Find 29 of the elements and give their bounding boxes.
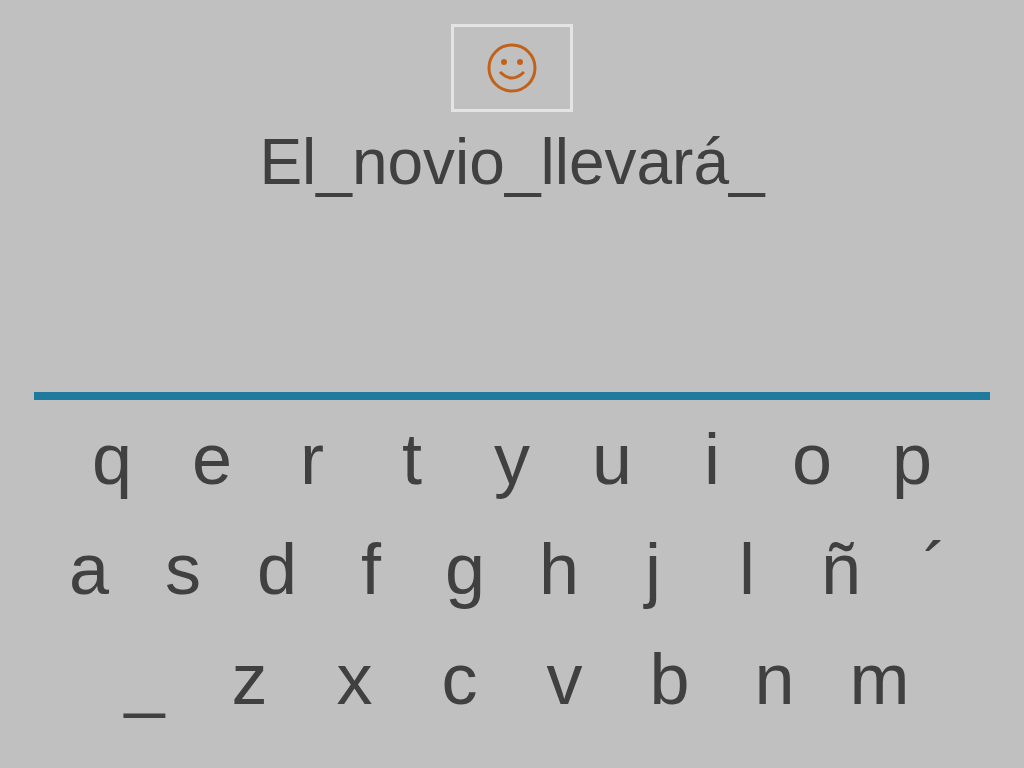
letter-key[interactable]: n bbox=[722, 638, 827, 720]
letter-key[interactable]: ñ bbox=[794, 528, 888, 610]
letter-key[interactable]: c bbox=[407, 638, 512, 720]
letter-key[interactable]: _ bbox=[92, 638, 197, 720]
letter-key[interactable]: r bbox=[262, 418, 362, 500]
letter-key[interactable]: y bbox=[462, 418, 562, 500]
letter-key[interactable]: s bbox=[136, 528, 230, 610]
letter-key[interactable]: ´ bbox=[888, 528, 982, 610]
letter-key[interactable]: p bbox=[862, 418, 962, 500]
letter-key[interactable]: f bbox=[324, 528, 418, 610]
letter-key[interactable]: m bbox=[827, 638, 932, 720]
letter-key[interactable]: b bbox=[617, 638, 722, 720]
letter-key[interactable]: j bbox=[606, 528, 700, 610]
letter-key[interactable]: u bbox=[562, 418, 662, 500]
letter-key[interactable]: d bbox=[230, 528, 324, 610]
letter-key[interactable]: l bbox=[700, 528, 794, 610]
letter-key[interactable]: x bbox=[302, 638, 407, 720]
letter-key[interactable]: o bbox=[762, 418, 862, 500]
smiley-button[interactable] bbox=[451, 24, 573, 112]
letter-key[interactable]: e bbox=[162, 418, 262, 500]
letter-key[interactable]: a bbox=[42, 528, 136, 610]
letter-key[interactable]: g bbox=[418, 528, 512, 610]
letter-key[interactable]: t bbox=[362, 418, 462, 500]
smiley-icon bbox=[486, 42, 538, 94]
letter-key[interactable]: h bbox=[512, 528, 606, 610]
letter-key[interactable]: v bbox=[512, 638, 617, 720]
letter-key[interactable]: i bbox=[662, 418, 762, 500]
letter-key[interactable]: z bbox=[197, 638, 302, 720]
letter-key[interactable]: q bbox=[62, 418, 162, 500]
